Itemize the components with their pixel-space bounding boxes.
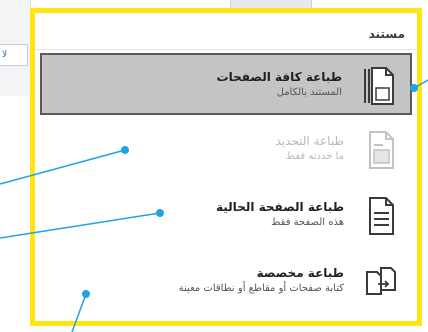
menu-item-subtitle: هذه الصفحة فقط (271, 217, 344, 228)
menu-item-subtitle: ما حددته فقط (285, 151, 344, 162)
header-divider (35, 49, 417, 50)
menu-item-print-current-page[interactable]: طباعة الصفحة الحالية هذه الصفحة فقط (40, 185, 412, 247)
screenshot-stage: لا مستند طباعة كافة الصفحات المستند بالك… (0, 0, 428, 332)
document-stack-icon (364, 67, 394, 105)
menu-item-text: طباعة مخصصة كتابة صفحات أو مقاطع أو نطاق… (179, 265, 344, 297)
menu-item-custom-print[interactable]: طباعة مخصصة كتابة صفحات أو مقاطع أو نطاق… (40, 251, 412, 313)
menu-item-title: طباعة كافة الصفحات (216, 70, 342, 84)
menu-section-header: مستند (368, 27, 405, 41)
document-selection-icon (369, 131, 394, 169)
menu-item-print-all-pages[interactable]: طباعة كافة الصفحات المستند بالكامل (40, 53, 412, 115)
menu-item-text: طباعة الصفحة الحالية هذه الصفحة فقط (216, 199, 344, 231)
menu-item-title: طباعة الصفحة الحالية (216, 200, 344, 214)
print-pages-menu: مستند طباعة كافة الصفحات المستند بالكامل… (30, 8, 422, 326)
background-window-fragment: لا (0, 0, 31, 96)
menu-item-text: طباعة التحديد ما حددته فقط (275, 133, 344, 165)
document-page-icon (369, 197, 394, 235)
menu-item-subtitle: كتابة صفحات أو مقاطع أو نطاقات معينة (178, 283, 344, 294)
custom-pages-icon (366, 267, 396, 295)
menu-item-text: طباعة كافة الصفحات المستند بالكامل (217, 69, 342, 101)
menu-item-title: طباعة التحديد (275, 134, 344, 148)
menu-item-subtitle: المستند بالكامل (276, 87, 342, 98)
menu-item-title: طباعة مخصصة (256, 266, 344, 280)
background-field: لا (0, 44, 28, 66)
menu-item-print-selection[interactable]: طباعة التحديد ما حددته فقط (40, 119, 412, 181)
background-field-text: لا (2, 50, 8, 60)
